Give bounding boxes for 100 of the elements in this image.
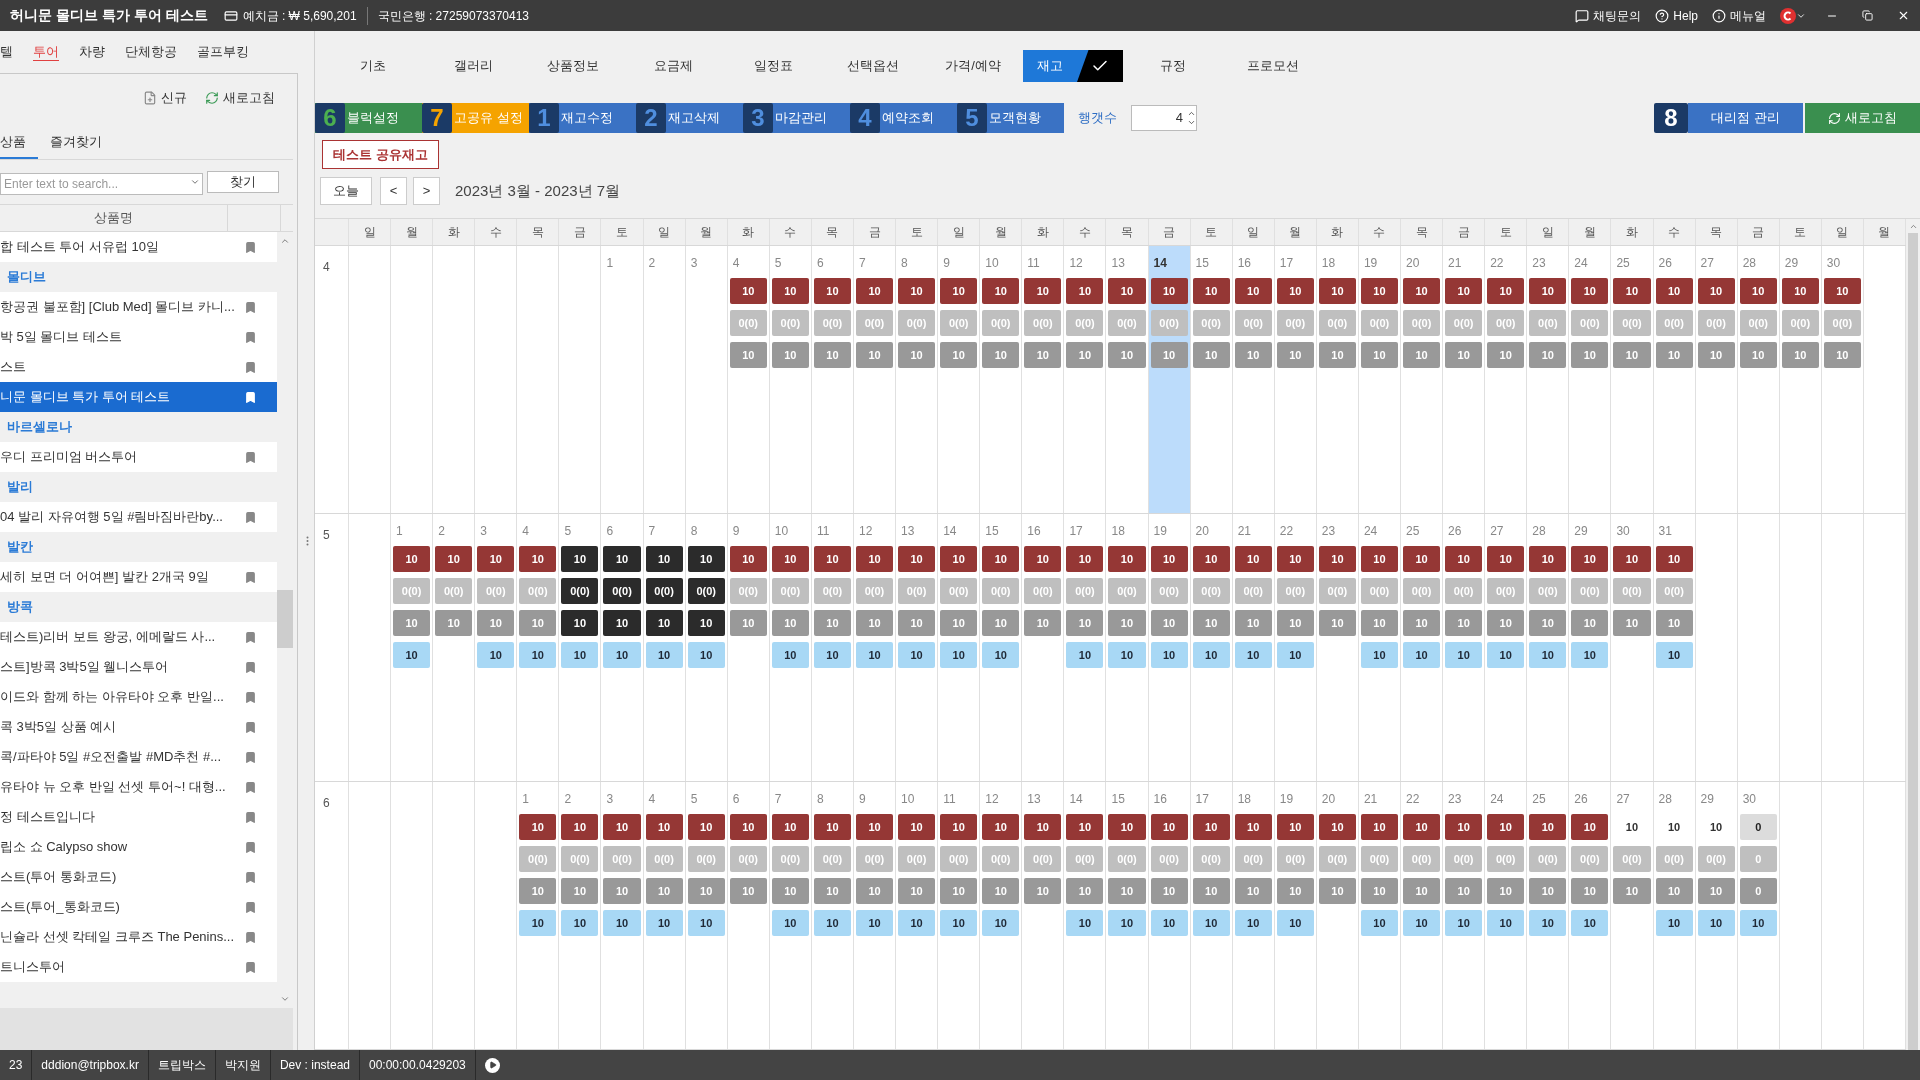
day-cell[interactable]: 22 10 0(0) 10 — [1485, 246, 1528, 513]
capacity-chip[interactable]: 10 — [1403, 546, 1441, 572]
capacity-chip[interactable]: 10 — [898, 278, 936, 304]
day-cell[interactable]: 7 10 0(0) 10 — [853, 246, 897, 513]
spin-down-icon[interactable] — [1187, 118, 1196, 127]
capacity-chip[interactable]: 10 — [729, 278, 767, 304]
capacity-chip[interactable]: 10 — [1024, 278, 1062, 304]
day-cell[interactable]: 30 10 0(0) 10 — [1611, 514, 1654, 781]
toolbar-button[interactable]: 3 마감관리 — [743, 103, 850, 133]
product-row[interactable]: 스트]방콕 3박5일 웰니스투어 — [0, 652, 277, 682]
day-cell[interactable]: 7 10 0(0) 10 10 — [643, 514, 686, 781]
shared-chip[interactable]: 10 — [982, 910, 1020, 936]
shared-chip[interactable]: 10 — [1445, 642, 1483, 668]
day-cell[interactable]: 28 10 0(0) 10 10 — [1527, 514, 1570, 781]
day-cell[interactable]: 1 10 0(0) 10 10 — [517, 782, 560, 1049]
closed-chip[interactable]: 10 — [561, 610, 599, 636]
scroll-down-icon[interactable] — [280, 994, 290, 1004]
day-cell[interactable]: 8 10 0(0) 10 10 — [811, 782, 854, 1049]
toolbar-button[interactable]: 6 블럭설정 — [315, 103, 422, 133]
shared-chip[interactable]: 10 — [1192, 642, 1230, 668]
shared-chip[interactable]: 10 — [1571, 642, 1609, 668]
day-cell[interactable]: 25 10 0(0) 10 — [1611, 246, 1654, 513]
capacity-chip[interactable]: 10 — [940, 278, 978, 304]
capacity-chip[interactable]: 10 — [1360, 278, 1398, 304]
capacity-chip[interactable]: 10 — [1192, 278, 1230, 304]
shared-chip[interactable]: 10 — [813, 910, 851, 936]
capacity-chip[interactable]: 10 — [855, 814, 894, 840]
shared-chip[interactable]: 10 — [898, 910, 936, 936]
shared-chip[interactable]: 10 — [898, 642, 936, 668]
capacity-chip[interactable]: 10 — [813, 814, 851, 840]
day-cell[interactable]: 12 10 0(0) 10 — [1064, 246, 1107, 513]
capacity-chip[interactable]: 10 — [1487, 278, 1525, 304]
capacity-chip[interactable]: 10 — [1571, 546, 1609, 572]
shared-chip[interactable]: 10 — [561, 910, 599, 936]
product-row[interactable]: 이드와 함께 하는 아유타야 오후 반일... — [0, 682, 277, 712]
bookmark-icon[interactable] — [244, 720, 257, 734]
product-row[interactable]: 콕/파타야 5일 #오전출발 #MD추천 #... — [0, 742, 277, 772]
day-cell[interactable]: 25 10 0(0) 10 10 — [1401, 514, 1444, 781]
day-cell[interactable]: 26 10 0(0) 10 10 — [1443, 514, 1486, 781]
product-row[interactable]: 04 발리 자유여행 5일 #림바짐바란by... — [0, 502, 277, 532]
capacity-chip[interactable]: 10 — [1066, 546, 1104, 572]
agency-button[interactable]: 대리점 관리 — [1688, 103, 1803, 133]
toolbar-button[interactable]: 1 재고수정 — [529, 103, 636, 133]
day-cell[interactable]: 22 10 0(0) 10 10 — [1274, 514, 1317, 781]
product-tab[interactable]: 상품정보 — [523, 50, 623, 82]
shared-chip[interactable]: 10 — [1445, 910, 1483, 936]
capacity-chip[interactable]: 10 — [1150, 546, 1188, 572]
day-cell[interactable]: 26 10 0(0) 10 10 — [1569, 782, 1612, 1049]
capacity-chip[interactable]: 10 — [982, 546, 1020, 572]
day-cell[interactable]: 5 10 0(0) 10 10 — [685, 782, 728, 1049]
capacity-chip[interactable]: 10 — [1276, 278, 1314, 304]
day-cell[interactable]: 14 10 0(0) 10 — [1148, 246, 1191, 513]
bookmark-icon[interactable] — [244, 810, 257, 824]
chat-link[interactable]: 채팅문의 — [1575, 6, 1642, 25]
day-cell[interactable]: 24 10 0(0) 10 10 — [1358, 514, 1401, 781]
day-cell[interactable]: 22 10 0(0) 10 10 — [1401, 782, 1444, 1049]
capacity-chip[interactable]: 10 — [1613, 278, 1651, 304]
capacity-chip[interactable]: 10 — [1445, 278, 1483, 304]
capacity-chip[interactable]: 10 — [813, 546, 851, 572]
capacity-chip[interactable]: 10 — [1655, 278, 1693, 304]
day-cell[interactable]: 31 10 0(0) 10 10 — [1653, 514, 1696, 781]
day-cell[interactable]: 29 10 0(0) 10 — [1779, 246, 1822, 513]
product-row[interactable]: 콕 3박5일 상품 예시 — [0, 712, 277, 742]
toolbar-button[interactable]: 2 재고삭제 — [636, 103, 743, 133]
bookmark-icon[interactable] — [244, 780, 257, 794]
capacity-chip[interactable]: 10 — [393, 546, 431, 572]
shared-chip[interactable]: 10 — [603, 642, 641, 668]
shared-chip[interactable]: 10 — [519, 642, 557, 668]
day-cell[interactable]: 24 10 0(0) 10 10 — [1485, 782, 1528, 1049]
help-link[interactable]: Help — [1655, 6, 1698, 25]
product-tab[interactable]: 재고 — [1023, 50, 1123, 82]
day-cell[interactable]: 24 10 0(0) 10 — [1569, 246, 1612, 513]
menu-item[interactable]: 텔 — [0, 42, 13, 62]
shared-chip[interactable]: 10 — [1403, 642, 1441, 668]
toolbar-button[interactable]: 4 예약조회 — [850, 103, 957, 133]
day-cell[interactable]: 5 10 0(0) 10 10 — [559, 514, 602, 781]
product-tab[interactable]: 규정 — [1123, 50, 1223, 82]
scroll-up-icon[interactable] — [280, 236, 290, 246]
day-cell[interactable]: 21 10 0(0) 10 — [1443, 246, 1486, 513]
day-cell[interactable]: 2 10 0(0) 10 10 — [559, 782, 602, 1049]
product-row[interactable]: 니문 몰디브 특가 투어 테스트 — [0, 382, 277, 412]
day-cell[interactable]: 19 10 0(0) 10 — [1358, 246, 1401, 513]
day-cell[interactable]: 14 10 0(0) 10 10 — [1064, 782, 1107, 1049]
shared-chip[interactable]: 10 — [1487, 642, 1525, 668]
bookmark-icon[interactable] — [244, 690, 257, 704]
day-cell[interactable]: 13 10 0(0) 10 — [1106, 246, 1149, 513]
day-cell[interactable]: 4 10 0(0) 10 10 — [643, 782, 686, 1049]
stock-count[interactable]: 10 — [1613, 814, 1651, 840]
day-cell[interactable]: 27 10 0(0) 10 10 — [1485, 514, 1528, 781]
capacity-chip[interactable]: 10 — [1108, 814, 1146, 840]
capacity-chip[interactable]: 10 — [1234, 546, 1272, 572]
new-button[interactable]: 신규 — [143, 88, 187, 108]
shared-chip[interactable]: 10 — [1192, 910, 1230, 936]
bookmark-icon[interactable] — [244, 330, 257, 344]
capacity-chip[interactable]: 10 — [603, 814, 641, 840]
day-cell[interactable]: 16 10 0(0) 10 10 — [1148, 782, 1191, 1049]
toolbar-button[interactable]: 7 고공유 설정 — [422, 103, 529, 133]
shared-chip[interactable]: 10 — [519, 910, 557, 936]
capacity-chip[interactable]: 10 — [729, 546, 767, 572]
day-cell[interactable]: 20 10 0(0) 10 10 — [1190, 514, 1233, 781]
